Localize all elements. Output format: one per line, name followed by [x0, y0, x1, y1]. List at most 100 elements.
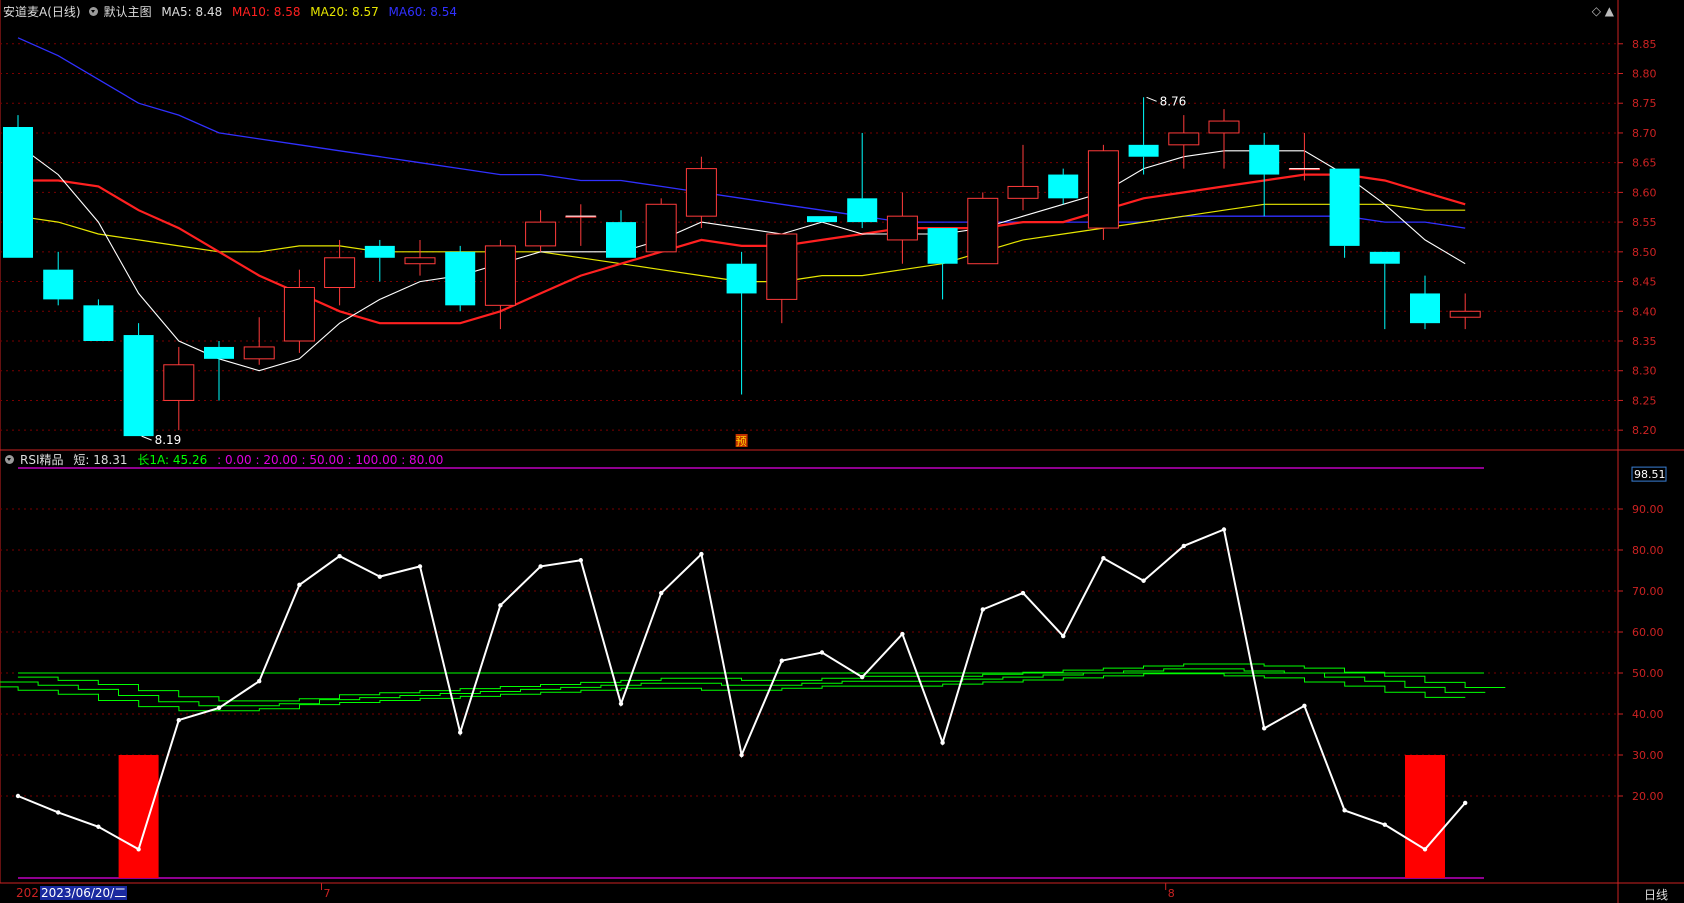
rsi-short-point: [739, 752, 744, 758]
up-arrow-icon[interactable]: ▲: [1605, 4, 1614, 18]
rsi-tick-label: 50.00: [1632, 667, 1664, 680]
candle-body: [766, 233, 798, 300]
rsi-short-point: [1020, 590, 1026, 596]
candle: [123, 323, 154, 437]
candle-body: [484, 245, 516, 306]
candle: [1369, 251, 1400, 330]
candle-body: [324, 257, 356, 288]
rsi-short-point: [1101, 556, 1106, 561]
rsi-short-point: [659, 590, 664, 596]
rsi-short-point: [176, 717, 181, 723]
window-controls: ◇ ▲: [1592, 4, 1614, 18]
rsi-short-point: [136, 847, 141, 852]
price-annotation: 8.19: [155, 433, 182, 447]
candle: [1087, 144, 1119, 240]
annotation-pointer: [141, 435, 152, 441]
price-tick-label: 8.65: [1632, 157, 1657, 170]
candle-body: [1410, 293, 1440, 324]
candle: [726, 251, 757, 395]
rsi-long-step-line: [0, 668, 1486, 707]
candle-body: [1087, 150, 1119, 229]
candle: [525, 210, 557, 252]
candle: [324, 239, 356, 306]
rsi-short-point: [257, 679, 262, 684]
candle-body: [1128, 144, 1159, 157]
month-label: 8: [1168, 887, 1175, 900]
candle: [1007, 144, 1039, 211]
template-label[interactable]: 默认主图: [104, 5, 152, 19]
candle-body: [1007, 185, 1039, 199]
candle: [404, 239, 436, 276]
rsi-short-point: [377, 574, 382, 579]
rsi-tick-label: 70.00: [1632, 585, 1664, 598]
ma20-legend: MA20: 8.57: [310, 5, 379, 19]
cursor-date-label: 2023/06/20/二: [40, 886, 128, 900]
candle: [1208, 109, 1240, 169]
price-tick-label: 8.50: [1632, 246, 1657, 259]
price-tick-label: 8.55: [1632, 216, 1657, 229]
rsi-short-point: [56, 810, 61, 815]
month-label: 7: [324, 887, 331, 900]
ma10-legend: MA10: 8.58: [232, 5, 301, 19]
candle-body: [43, 269, 74, 300]
candle-body: [685, 168, 717, 217]
candle: [847, 132, 878, 229]
rsi-tick-label: 30.00: [1632, 749, 1664, 762]
candle-body: [163, 364, 195, 401]
price-tick-label: 8.40: [1632, 305, 1657, 318]
price-tick-label: 8.85: [1632, 38, 1657, 51]
rsi-short-point: [538, 564, 543, 569]
rsi-levels-legend: : 0.00 : 20.00 : 50.00 : 100.00 : 80.00: [217, 453, 444, 467]
rsi-long-legend: 长1A: 45.26: [137, 453, 208, 467]
candle: [766, 233, 798, 324]
candle-body: [243, 346, 275, 360]
price-tick-label: 8.25: [1632, 394, 1657, 407]
rsi-signal-bar: [1405, 755, 1445, 878]
candle: [364, 239, 395, 282]
candle: [1449, 293, 1481, 330]
candle-body: [1208, 120, 1240, 134]
price-tick-label: 8.80: [1632, 68, 1657, 81]
rsi-short-point: [417, 564, 423, 569]
candle-body: [404, 257, 436, 265]
rsi-title: RSI精品: [20, 453, 64, 467]
indicator-dropdown-icon[interactable]: [5, 455, 14, 464]
candle-body: [204, 346, 234, 359]
candle: [243, 317, 275, 365]
rsi-short-point: [980, 607, 985, 612]
diamond-icon[interactable]: ◇: [1592, 4, 1601, 18]
rsi-short-point: [1463, 800, 1468, 806]
price-tick-label: 8.75: [1632, 97, 1657, 110]
rsi-tick-label: 90.00: [1632, 503, 1664, 516]
template-dropdown-icon[interactable]: [88, 7, 98, 16]
candle-body: [1168, 132, 1200, 146]
price-tick-label: 8.30: [1632, 365, 1657, 378]
period-button[interactable]: 日线: [1628, 887, 1684, 903]
candle: [163, 346, 195, 431]
candle: [1128, 97, 1159, 175]
price-tick-label: 8.20: [1632, 424, 1657, 437]
candle-body: [967, 197, 999, 265]
candle: [445, 245, 476, 312]
rsi-short-point: [498, 603, 503, 608]
rsi-short-point: [1382, 822, 1388, 827]
candle-body: [1329, 168, 1360, 246]
candle: [283, 269, 315, 353]
candle: [1168, 115, 1200, 169]
candle: [484, 239, 516, 330]
candle-body: [726, 263, 757, 294]
rsi-short-point: [216, 705, 222, 711]
rsi-short-point: [1141, 578, 1146, 583]
candle: [1249, 132, 1280, 217]
rsi-short-point: [1221, 527, 1227, 532]
price-tick-label: 8.60: [1632, 186, 1657, 199]
candle-body: [364, 245, 395, 258]
rsi-short-point: [1181, 543, 1187, 549]
candle-body: [886, 215, 918, 241]
candle-body: [445, 251, 476, 306]
candle: [645, 198, 677, 253]
candle-body: [525, 221, 557, 247]
candle: [83, 299, 114, 341]
rsi-short-point: [96, 824, 101, 829]
rsi-header: RSI精品 短: 18.31 长1A: 45.26 : 0.00 : 20.00…: [3, 452, 449, 468]
